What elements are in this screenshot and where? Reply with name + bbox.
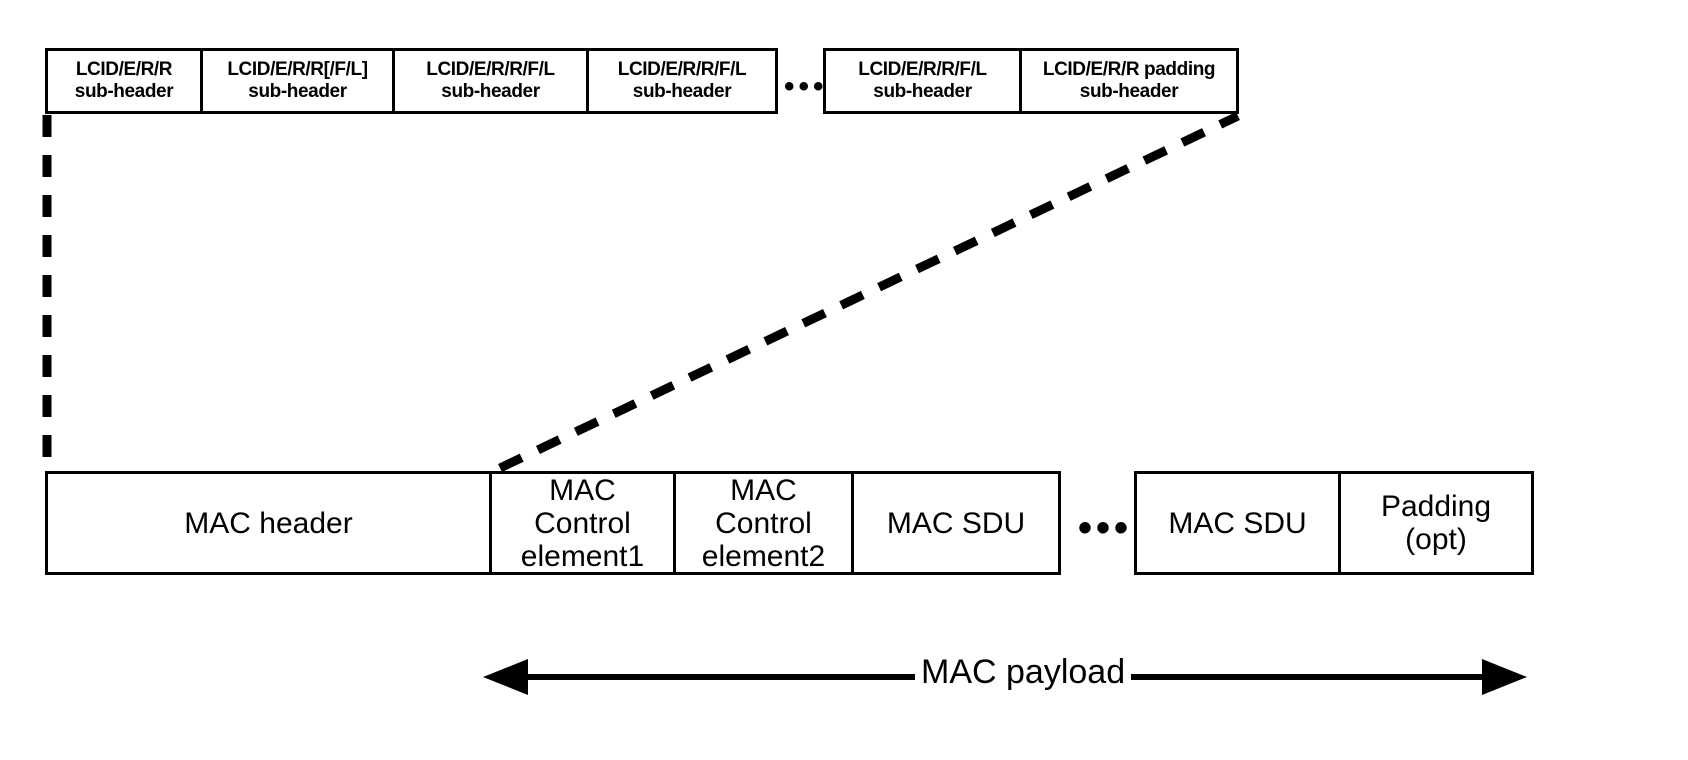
sub-header-cell[interactable]: LCID/E/R/R/F/L sub-header [826, 51, 1019, 111]
sub-header-line1: LCID/E/R/R[/F/L] [227, 58, 368, 80]
mac-header-label: MAC header [184, 506, 353, 540]
sub-header-ellipsis: ••• [784, 70, 828, 103]
sub-header-line2: sub-header [74, 81, 174, 102]
sub-header-cell[interactable]: LCID/E/R/R sub-header [48, 51, 200, 111]
mac-sdu-label: MAC SDU [886, 506, 1026, 540]
sub-header-line2: sub-header [1079, 81, 1179, 102]
padding-line2: (opt) [1405, 523, 1467, 556]
mac-header-cell[interactable]: MAC header [48, 474, 489, 572]
mac-pdu-ellipsis: ••• [1078, 506, 1133, 550]
mac-sdu-cell[interactable]: MAC SDU [851, 474, 1058, 572]
sub-header-line1: LCID/E/R/R/F/L [858, 58, 987, 80]
mac-sdu-label: MAC SDU [1168, 506, 1307, 540]
mac-control-line2: element1 [520, 539, 645, 573]
sub-header-line1: LCID/E/R/R/F/L [617, 58, 747, 80]
sub-header-group-right: LCID/E/R/R/F/L sub-header LCID/E/R/R pad… [823, 48, 1239, 114]
sub-header-line2: sub-header [873, 81, 972, 102]
sub-header-line2: sub-header [632, 81, 732, 102]
sub-header-group-left: LCID/E/R/R sub-header LCID/E/R/R[/F/L] s… [45, 48, 778, 114]
padding-cell[interactable]: Padding (opt) [1338, 474, 1531, 572]
sub-header-line1: LCID/E/R/R padding [1042, 58, 1216, 80]
mac-control-line1: MAC Control [534, 473, 631, 540]
mac-control-element2-cell[interactable]: MAC Control element2 [673, 473, 851, 573]
leader-line-diagonal [498, 111, 1240, 473]
mac-pdu-group-right: MAC SDU Padding (opt) [1134, 471, 1534, 575]
diagram-canvas: LCID/E/R/R sub-header LCID/E/R/R[/F/L] s… [0, 0, 1688, 760]
sub-header-cell[interactable]: LCID/E/R/R/F/L sub-header [392, 51, 586, 111]
mac-pdu-group-left: MAC header MAC Control element1 MAC Cont… [45, 471, 1061, 575]
sub-header-cell[interactable]: LCID/E/R/R/F/L sub-header [586, 51, 775, 111]
sub-header-padding-cell[interactable]: LCID/E/R/R padding sub-header [1019, 51, 1236, 111]
mac-payload-span-label: MAC payload [915, 655, 1132, 689]
padding-line1: Padding [1380, 490, 1492, 523]
mac-sdu-cell[interactable]: MAC SDU [1137, 474, 1338, 572]
mac-control-line2: element2 [701, 539, 826, 573]
diagram-overlay-lines [42, 111, 1527, 695]
sub-header-line1: LCID/E/R/R [75, 58, 173, 80]
sub-header-line1: LCID/E/R/R/F/L [426, 58, 555, 80]
mac-control-line1: MAC Control [715, 473, 812, 540]
sub-header-line2: sub-header [248, 81, 347, 102]
mac-control-element1-cell[interactable]: MAC Control element1 [489, 473, 673, 573]
sub-header-cell[interactable]: LCID/E/R/R[/F/L] sub-header [200, 51, 392, 111]
sub-header-line2: sub-header [441, 81, 540, 102]
